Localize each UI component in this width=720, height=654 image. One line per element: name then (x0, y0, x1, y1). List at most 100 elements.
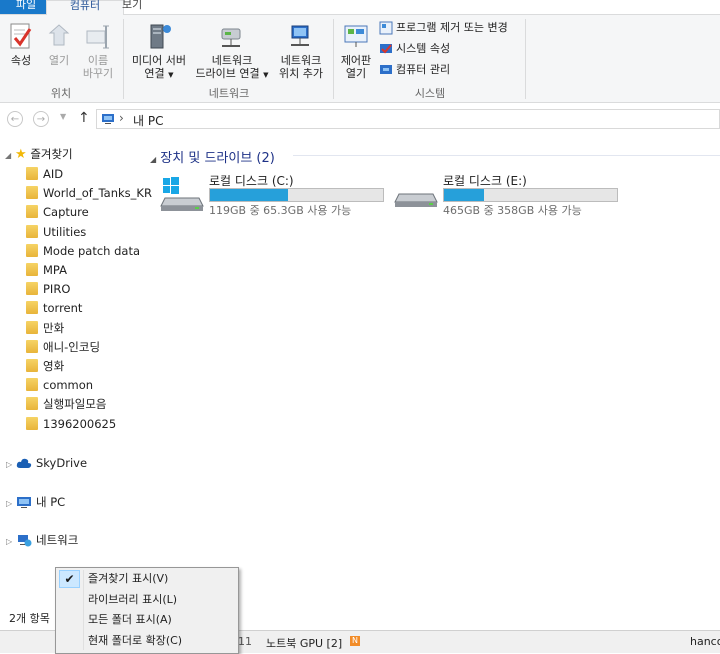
add-network-location-button[interactable]: 네트워크 위치 추가 (274, 21, 328, 80)
breadcrumb-mypc[interactable]: 내 PC (133, 112, 163, 129)
media-server-label-1: 미디어 서버 (131, 54, 187, 67)
open-label: 열기 (48, 54, 70, 67)
nav-folder-item[interactable]: 영화 (26, 357, 168, 376)
nav-folder-label: Utilities (43, 224, 87, 239)
rename-icon (86, 25, 109, 49)
windows-drive-icon (160, 177, 204, 211)
rename-label-2: 바꾸기 (82, 67, 114, 80)
drive-c[interactable]: 로컬 디스크 (C:) 119GB 중 65.3GB 사용 가능 (159, 170, 389, 220)
nav-folder-item[interactable]: MPA (26, 261, 168, 280)
item-count: 2개 항목 (9, 612, 50, 625)
nav-folder-item[interactable]: 실행파일모음 (26, 395, 168, 414)
nav-folder-label: 애니-인코딩 (43, 339, 101, 354)
computer-management-label: 컴퓨터 관리 (396, 63, 451, 76)
nav-folder-item[interactable]: AID (26, 165, 168, 184)
add-location-label-2: 위치 추가 (279, 67, 323, 80)
nav-folder-item[interactable]: 애니-인코딩 (26, 338, 168, 357)
expanded-chevron-icon: ◢ (150, 155, 157, 164)
expanded-chevron-icon: ◢ (5, 151, 12, 160)
folder-icon (26, 416, 38, 430)
section-header-devices[interactable]: ◢ 장치 및 드라이브 (2) (150, 147, 275, 166)
nav-folder-item[interactable]: PIRO (26, 280, 168, 299)
folder-icon (26, 301, 38, 315)
chevron-down-icon: ▼ (60, 112, 67, 121)
group-label-network: 네트워크 (208, 87, 250, 100)
media-server-button[interactable]: 미디어 서버 연결 ▼ (128, 21, 190, 82)
nav-folder-item[interactable]: 1396200625 (26, 415, 168, 434)
nav-folder-item[interactable]: common (26, 376, 168, 395)
control-panel-label-2: 열기 (345, 67, 367, 80)
taskbar-gpu-label[interactable]: 노트북 GPU [2] (266, 635, 342, 651)
system-properties-button[interactable]: 시스템 속성 (379, 40, 450, 58)
nav-folder-label: World_of_Tanks_KR (43, 186, 152, 201)
nav-folder-item[interactable]: Capture (26, 203, 168, 222)
context-menu-item[interactable]: 현재 폴더로 확장(C) (57, 631, 235, 651)
open-button[interactable]: 열기 (44, 21, 74, 67)
taskbar-left-text: 11 (238, 635, 252, 648)
context-menu-item[interactable]: 모든 폴더 표시(A) (57, 610, 235, 630)
context-menu-item[interactable]: ✔ 즐겨찾기 표시(V) (57, 569, 235, 589)
folder-icon (26, 282, 38, 296)
computer-management-button[interactable]: 컴퓨터 관리 (379, 61, 450, 79)
folder-icon (26, 359, 38, 372)
taskbar-right-text: hanco (690, 635, 720, 648)
nav-favorites[interactable]: ◢ ★ 즐겨찾기 (5, 145, 147, 164)
arrow-left-icon: ← (10, 114, 20, 125)
nav-folder-item[interactable]: Utilities (26, 223, 168, 242)
recent-locations-button[interactable]: ▼ (60, 112, 66, 121)
nav-folder-label: common (43, 378, 94, 393)
nav-folder-label: Mode patch data (43, 243, 141, 258)
folder-icon (26, 339, 38, 353)
ribbon-separator (123, 19, 124, 99)
section-divider (293, 155, 720, 156)
address-box[interactable]: › 내 PC (96, 109, 720, 129)
map-network-drive-button[interactable]: 네트워크 드라이브 연결 ▼ (192, 21, 272, 82)
ribbon-separator (525, 19, 526, 99)
network-drive-icon (221, 28, 241, 47)
drive-e-usage-fill (444, 189, 484, 201)
context-menu-item-label: 모든 폴더 표시(A) (88, 613, 172, 626)
nav-mypc[interactable]: ▷ 내 PC (6, 493, 148, 512)
tab-view[interactable]: 보기 (112, 0, 152, 14)
drive-e-info: 465GB 중 358GB 사용 가능 (443, 204, 582, 217)
nav-network-label: 네트워크 (36, 533, 79, 547)
folder-icon (26, 378, 38, 392)
uninstall-program-button[interactable]: 프로그램 제거 또는 변경 (379, 19, 508, 37)
ribbon: 속성 열기 이름 바꾸기 위치 미디어 서버 연결 ▼ 네트워크 드라이브 연결… (0, 15, 720, 103)
context-menu-item[interactable]: 라이브러리 표시(L) (57, 590, 235, 610)
drive-e-usage-bar (443, 188, 618, 202)
nav-folder-label: 영화 (43, 359, 65, 373)
rename-button[interactable]: 이름 바꾸기 (78, 21, 118, 80)
back-button[interactable]: ← (7, 111, 23, 127)
taskbar-badge: N (350, 636, 360, 646)
checkmark-icon: ✔ (59, 570, 80, 588)
open-control-panel-button[interactable]: 제어판 열기 (337, 21, 375, 80)
nav-folder-label: PIRO (43, 282, 71, 297)
address-bar-row: ← → ▼ ↑ › 내 PC (0, 108, 720, 132)
up-button[interactable]: ↑ (78, 110, 90, 126)
nav-folder-item[interactable]: 만화 (26, 319, 168, 338)
star-icon: ★ (15, 147, 27, 162)
forward-button[interactable]: → (33, 111, 49, 127)
ribbon-separator (333, 19, 334, 99)
add-location-label-1: 네트워크 (280, 54, 322, 67)
nav-favorites-label: 즐겨찾기 (30, 147, 73, 161)
network-icon (18, 535, 32, 547)
properties-label: 속성 (10, 54, 32, 67)
pc-icon (17, 497, 31, 508)
chevron-down-icon: ▼ (263, 71, 269, 79)
rename-label-1: 이름 (87, 54, 109, 67)
nav-folder-item[interactable]: Mode patch data (26, 242, 168, 261)
cloud-icon (16, 458, 32, 468)
nav-folder-item[interactable]: World_of_Tanks_KR (26, 184, 168, 203)
arrow-right-icon: → (36, 114, 46, 125)
drive-e[interactable]: 로컬 디스크 (E:) 465GB 중 358GB 사용 가능 (393, 170, 623, 220)
nav-folder-label: MPA (43, 263, 67, 277)
control-panel-icon (344, 25, 368, 47)
nav-folder-item[interactable]: torrent (26, 299, 168, 318)
nav-skydrive[interactable]: ▷ SkyDrive (6, 454, 148, 473)
media-server-label-2: 연결 (144, 67, 165, 80)
tab-file[interactable]: 파일 (0, 0, 52, 14)
properties-button[interactable]: 속성 (6, 21, 36, 67)
nav-network[interactable]: ▷ 네트워크 (6, 531, 148, 550)
